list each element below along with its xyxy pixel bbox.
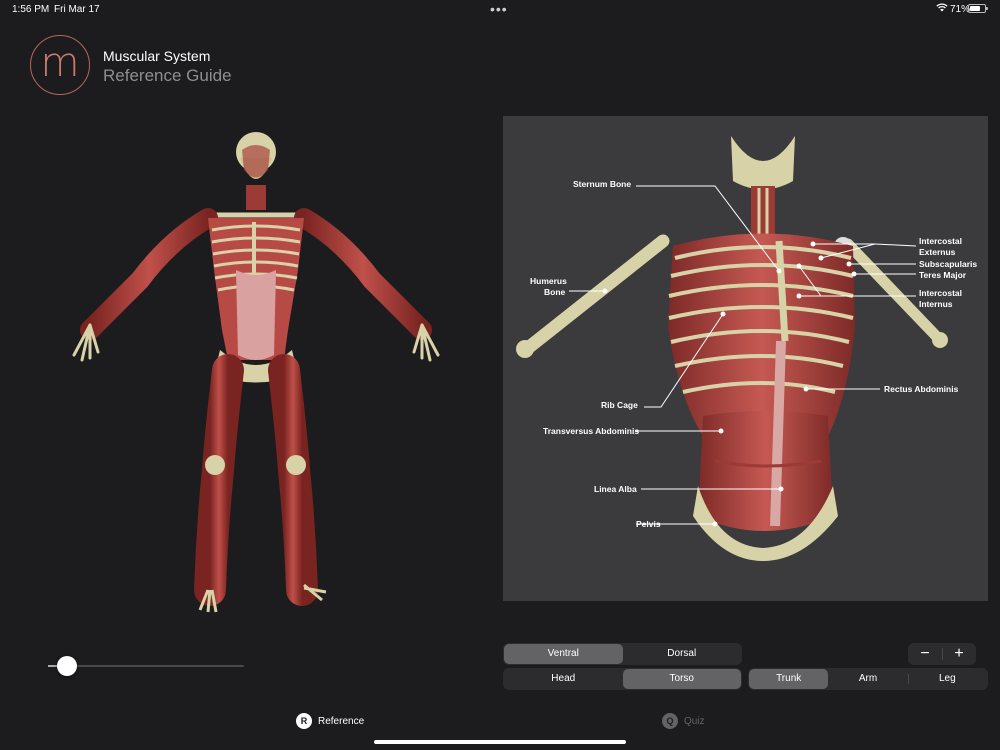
label-transversus-abdominis[interactable]: Transversus Abdominis xyxy=(543,426,639,437)
app-title: Muscular System xyxy=(103,48,211,64)
full-body-model[interactable] xyxy=(60,130,450,620)
status-bar: 1:56 PM Fri Mar 17 ••• 71% xyxy=(0,0,1000,20)
segment-leg[interactable]: Leg xyxy=(907,669,987,689)
wifi-icon xyxy=(936,3,948,15)
app-logo: m xyxy=(30,35,90,95)
status-time: 1:56 PM xyxy=(12,4,50,15)
rotation-slider-track[interactable] xyxy=(48,665,244,667)
zoom-in-button[interactable]: + xyxy=(942,643,976,665)
app-subtitle: Reference Guide xyxy=(103,66,232,85)
tab-quiz-label: Quiz xyxy=(684,716,705,727)
segment-arm[interactable]: Arm xyxy=(828,669,907,689)
tab-reference-label: Reference xyxy=(318,716,365,727)
label-sternum-bone[interactable]: Sternum Bone xyxy=(573,179,631,190)
label-subscapularis[interactable]: Subscapularis xyxy=(919,259,977,270)
segment-dorsal[interactable]: Dorsal xyxy=(623,644,742,664)
battery-icon xyxy=(968,4,988,13)
label-humerus-bone-line1[interactable]: Humerus xyxy=(530,276,567,287)
tab-quiz[interactable]: Q Quiz xyxy=(662,713,705,731)
status-date: Fri Mar 17 xyxy=(54,4,100,15)
region-segmented-control[interactable]: Head Torso xyxy=(503,668,742,690)
battery-percent: 71% xyxy=(950,4,971,15)
reference-icon: R xyxy=(296,713,312,730)
quiz-icon: Q xyxy=(662,713,678,730)
label-intercostal-internus-line1[interactable]: Intercostal xyxy=(919,288,962,299)
logo-letter: m xyxy=(40,40,80,86)
tab-reference[interactable]: R Reference xyxy=(296,713,364,731)
segment-torso[interactable]: Torso xyxy=(622,669,741,689)
segment-ventral[interactable]: Ventral xyxy=(504,644,623,664)
multitasking-dots[interactable]: ••• xyxy=(490,1,508,17)
zoom-control[interactable]: − + xyxy=(908,643,976,665)
zoom-out-button[interactable]: − xyxy=(908,643,942,665)
label-intercostal-externus-line2[interactable]: Externus xyxy=(919,247,955,258)
label-linea-alba[interactable]: Linea Alba xyxy=(594,484,637,495)
label-rectus-abdominis[interactable]: Rectus Abdominis xyxy=(884,384,958,395)
part-segmented-control[interactable]: Trunk Arm Leg xyxy=(748,668,988,690)
segment-trunk[interactable]: Trunk xyxy=(749,669,829,689)
label-rib-cage[interactable]: Rib Cage xyxy=(601,400,638,411)
segment-head[interactable]: Head xyxy=(504,669,623,689)
label-humerus-bone-line2[interactable]: Bone xyxy=(544,287,565,298)
label-intercostal-internus-line2[interactable]: Internus xyxy=(919,299,953,310)
torso-diagram-panel[interactable]: Sternum Bone Humerus Bone Rib Cage Trans… xyxy=(503,116,988,601)
label-teres-major[interactable]: Teres Major xyxy=(919,270,966,281)
view-segmented-control[interactable]: Ventral Dorsal xyxy=(503,643,742,665)
rotation-slider-thumb[interactable] xyxy=(57,656,77,676)
home-indicator[interactable] xyxy=(374,740,626,744)
label-intercostal-externus-line1[interactable]: Intercostal xyxy=(919,236,962,247)
full-body-illustration xyxy=(72,132,440,613)
label-pelvis[interactable]: Pelvis xyxy=(636,519,661,530)
